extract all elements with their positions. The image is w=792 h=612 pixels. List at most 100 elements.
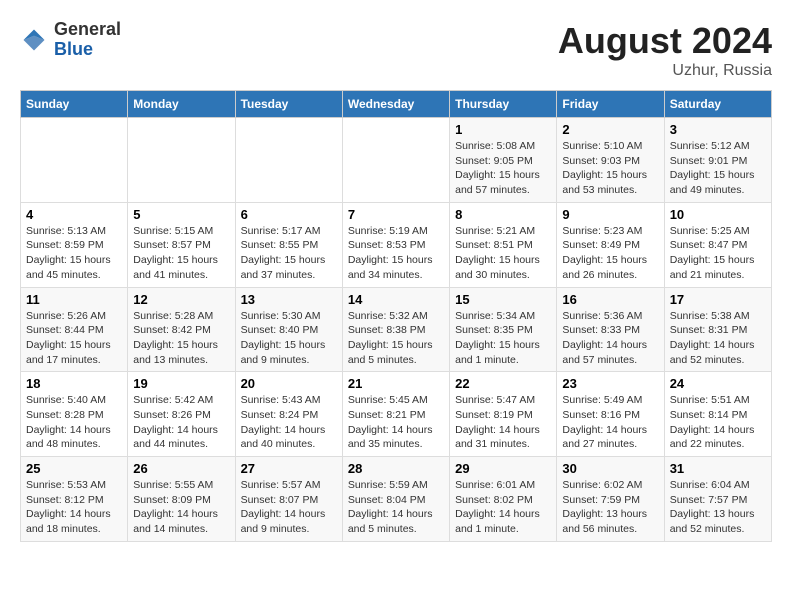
day-info: Sunrise: 5:59 AM Sunset: 8:04 PM Dayligh… bbox=[348, 478, 444, 537]
day-number: 24 bbox=[670, 376, 766, 391]
day-number: 3 bbox=[670, 122, 766, 137]
day-info: Sunrise: 5:21 AM Sunset: 8:51 PM Dayligh… bbox=[455, 224, 551, 283]
day-info: Sunrise: 5:10 AM Sunset: 9:03 PM Dayligh… bbox=[562, 139, 658, 198]
calendar-day-cell: 20Sunrise: 5:43 AM Sunset: 8:24 PM Dayli… bbox=[235, 372, 342, 457]
day-number: 19 bbox=[133, 376, 229, 391]
day-number: 1 bbox=[455, 122, 551, 137]
day-number: 16 bbox=[562, 292, 658, 307]
calendar-day-cell: 21 Sunrise: 5:45 AM Sunset: 8:21 PM Dayli… bbox=[342, 372, 449, 457]
calendar-day-header: Thursday bbox=[450, 91, 557, 118]
day-info: Sunrise: 5:49 AM Sunset: 8:16 PM Dayligh… bbox=[562, 393, 658, 452]
day-number: 14 bbox=[348, 292, 444, 307]
calendar-day-cell bbox=[128, 118, 235, 203]
calendar-table: SundayMondayTuesdayWednesdayThursdayFrid… bbox=[20, 90, 772, 542]
day-info: Sunrise: 6:01 AM Sunset: 8:02 PM Dayligh… bbox=[455, 478, 551, 537]
calendar-day-header: Saturday bbox=[664, 91, 771, 118]
day-info: Sunrise: 5:51 AM Sunset: 8:14 PM Dayligh… bbox=[670, 393, 766, 452]
calendar-day-cell: 13 Sunrise: 5:30 AM Sunset: 8:40 PM Dayli… bbox=[235, 287, 342, 372]
calendar-day-cell: 14 Sunrise: 5:32 AM Sunset: 8:38 PM Dayli… bbox=[342, 287, 449, 372]
logo-general-text: General bbox=[54, 20, 121, 40]
calendar-day-cell: 16 Sunrise: 5:36 AM Sunset: 8:33 PM Dayli… bbox=[557, 287, 664, 372]
calendar-day-cell: 2 Sunrise: 5:10 AM Sunset: 9:03 PM Daylig… bbox=[557, 118, 664, 203]
day-info: Sunrise: 5:30 AM Sunset: 8:40 PM Dayligh… bbox=[241, 309, 337, 368]
calendar-day-cell: 31 Sunrise: 6:04 AM Sunset: 7:57 PM Dayli… bbox=[664, 457, 771, 542]
day-number: 23 bbox=[562, 376, 658, 391]
day-number: 2 bbox=[562, 122, 658, 137]
day-info: Sunrise: 5:25 AM Sunset: 8:47 PM Dayligh… bbox=[670, 224, 766, 283]
day-info: Sunrise: 5:08 AM Sunset: 9:05 PM Dayligh… bbox=[455, 139, 551, 198]
calendar-day-cell: 22Sunrise: 5:47 AM Sunset: 8:19 PM Dayli… bbox=[450, 372, 557, 457]
calendar-day-header: Friday bbox=[557, 91, 664, 118]
calendar-header-row: SundayMondayTuesdayWednesdayThursdayFrid… bbox=[21, 91, 772, 118]
calendar-day-cell: 4 Sunrise: 5:13 AM Sunset: 8:59 PM Daylig… bbox=[21, 202, 128, 287]
calendar-day-cell: 9Sunrise: 5:23 AM Sunset: 8:49 PM Daylig… bbox=[557, 202, 664, 287]
day-info: Sunrise: 5:57 AM Sunset: 8:07 PM Dayligh… bbox=[241, 478, 337, 537]
calendar-day-header: Monday bbox=[128, 91, 235, 118]
day-info: Sunrise: 5:17 AM Sunset: 8:55 PM Dayligh… bbox=[241, 224, 337, 283]
day-info: Sunrise: 5:32 AM Sunset: 8:38 PM Dayligh… bbox=[348, 309, 444, 368]
calendar-day-cell: 11 Sunrise: 5:26 AM Sunset: 8:44 PM Dayli… bbox=[21, 287, 128, 372]
day-number: 26 bbox=[133, 461, 229, 476]
day-number: 7 bbox=[348, 207, 444, 222]
logo-text: General Blue bbox=[54, 20, 121, 60]
calendar-day-cell: 10Sunrise: 5:25 AM Sunset: 8:47 PM Dayli… bbox=[664, 202, 771, 287]
calendar-day-cell: 27Sunrise: 5:57 AM Sunset: 8:07 PM Dayli… bbox=[235, 457, 342, 542]
day-number: 30 bbox=[562, 461, 658, 476]
calendar-day-cell: 18 Sunrise: 5:40 AM Sunset: 8:28 PM Dayli… bbox=[21, 372, 128, 457]
logo-blue-text: Blue bbox=[54, 40, 121, 60]
day-info: Sunrise: 6:04 AM Sunset: 7:57 PM Dayligh… bbox=[670, 478, 766, 537]
day-info: Sunrise: 5:45 AM Sunset: 8:21 PM Dayligh… bbox=[348, 393, 444, 452]
day-info: Sunrise: 5:28 AM Sunset: 8:42 PM Dayligh… bbox=[133, 309, 229, 368]
day-number: 11 bbox=[26, 292, 122, 307]
calendar-day-cell: 8Sunrise: 5:21 AM Sunset: 8:51 PM Daylig… bbox=[450, 202, 557, 287]
calendar-day-cell: 15Sunrise: 5:34 AM Sunset: 8:35 PM Dayli… bbox=[450, 287, 557, 372]
day-info: Sunrise: 5:15 AM Sunset: 8:57 PM Dayligh… bbox=[133, 224, 229, 283]
day-info: Sunrise: 5:40 AM Sunset: 8:28 PM Dayligh… bbox=[26, 393, 122, 452]
calendar-day-cell: 25 Sunrise: 5:53 AM Sunset: 8:12 PM Dayli… bbox=[21, 457, 128, 542]
page-header: General Blue August 2024 Uzhur, Russia bbox=[20, 20, 772, 80]
day-number: 22 bbox=[455, 376, 551, 391]
day-number: 25 bbox=[26, 461, 122, 476]
day-number: 5 bbox=[133, 207, 229, 222]
calendar-week-row: 4 Sunrise: 5:13 AM Sunset: 8:59 PM Daylig… bbox=[21, 202, 772, 287]
calendar-day-cell: 28Sunrise: 5:59 AM Sunset: 8:04 PM Dayli… bbox=[342, 457, 449, 542]
calendar-day-cell: 5 Sunrise: 5:15 AM Sunset: 8:57 PM Daylig… bbox=[128, 202, 235, 287]
day-info: Sunrise: 5:13 AM Sunset: 8:59 PM Dayligh… bbox=[26, 224, 122, 283]
day-number: 29 bbox=[455, 461, 551, 476]
calendar-day-cell: 7 Sunrise: 5:19 AM Sunset: 8:53 PM Daylig… bbox=[342, 202, 449, 287]
calendar-day-cell bbox=[342, 118, 449, 203]
day-info: Sunrise: 5:53 AM Sunset: 8:12 PM Dayligh… bbox=[26, 478, 122, 537]
calendar-day-header: Sunday bbox=[21, 91, 128, 118]
title-block: August 2024 Uzhur, Russia bbox=[558, 20, 772, 80]
day-number: 4 bbox=[26, 207, 122, 222]
day-number: 12 bbox=[133, 292, 229, 307]
calendar-day-header: Tuesday bbox=[235, 91, 342, 118]
calendar-day-cell: 1 Sunrise: 5:08 AM Sunset: 9:05 PM Daylig… bbox=[450, 118, 557, 203]
day-info: Sunrise: 5:26 AM Sunset: 8:44 PM Dayligh… bbox=[26, 309, 122, 368]
calendar-week-row: 11 Sunrise: 5:26 AM Sunset: 8:44 PM Dayli… bbox=[21, 287, 772, 372]
calendar-week-row: 1 Sunrise: 5:08 AM Sunset: 9:05 PM Daylig… bbox=[21, 118, 772, 203]
day-number: 18 bbox=[26, 376, 122, 391]
day-info: Sunrise: 5:55 AM Sunset: 8:09 PM Dayligh… bbox=[133, 478, 229, 537]
calendar-day-cell bbox=[235, 118, 342, 203]
calendar-day-cell: 6Sunrise: 5:17 AM Sunset: 8:55 PM Daylig… bbox=[235, 202, 342, 287]
logo: General Blue bbox=[20, 20, 121, 60]
location-subtitle: Uzhur, Russia bbox=[558, 62, 772, 80]
day-info: Sunrise: 5:38 AM Sunset: 8:31 PM Dayligh… bbox=[670, 309, 766, 368]
calendar-day-header: Wednesday bbox=[342, 91, 449, 118]
calendar-day-cell: 23 Sunrise: 5:49 AM Sunset: 8:16 PM Dayli… bbox=[557, 372, 664, 457]
day-number: 13 bbox=[241, 292, 337, 307]
calendar-day-cell: 26 Sunrise: 5:55 AM Sunset: 8:09 PM Dayli… bbox=[128, 457, 235, 542]
day-number: 20 bbox=[241, 376, 337, 391]
day-number: 21 bbox=[348, 376, 444, 391]
calendar-day-cell: 3Sunrise: 5:12 AM Sunset: 9:01 PM Daylig… bbox=[664, 118, 771, 203]
calendar-week-row: 25 Sunrise: 5:53 AM Sunset: 8:12 PM Dayli… bbox=[21, 457, 772, 542]
day-info: Sunrise: 5:19 AM Sunset: 8:53 PM Dayligh… bbox=[348, 224, 444, 283]
day-info: Sunrise: 5:23 AM Sunset: 8:49 PM Dayligh… bbox=[562, 224, 658, 283]
calendar-day-cell bbox=[21, 118, 128, 203]
day-number: 15 bbox=[455, 292, 551, 307]
day-info: Sunrise: 5:36 AM Sunset: 8:33 PM Dayligh… bbox=[562, 309, 658, 368]
day-number: 31 bbox=[670, 461, 766, 476]
day-info: Sunrise: 6:02 AM Sunset: 7:59 PM Dayligh… bbox=[562, 478, 658, 537]
calendar-day-cell: 19Sunrise: 5:42 AM Sunset: 8:26 PM Dayli… bbox=[128, 372, 235, 457]
